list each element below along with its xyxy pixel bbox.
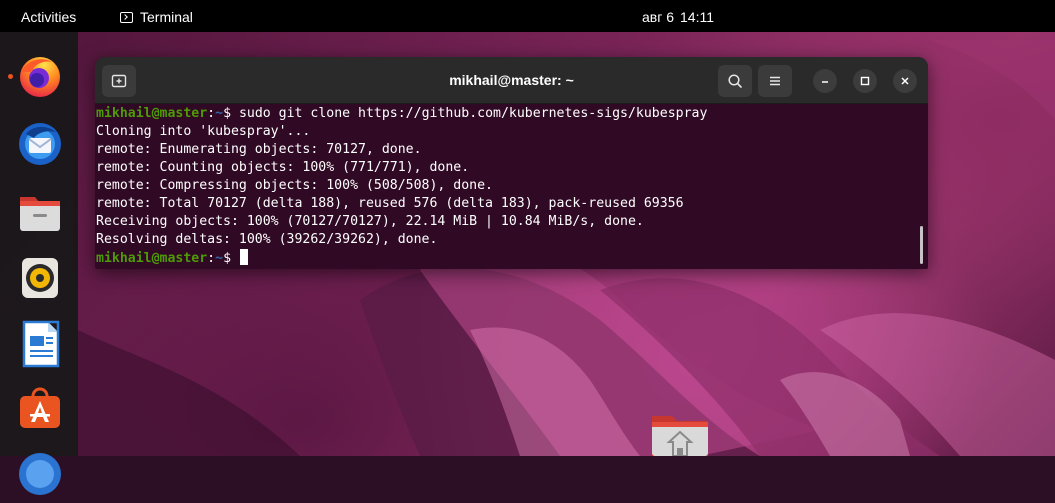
running-indicator xyxy=(8,74,13,79)
new-tab-icon xyxy=(111,74,127,88)
firefox-icon xyxy=(20,57,60,97)
dock-item-rhythmbox[interactable] xyxy=(16,254,64,302)
home-folder-icon xyxy=(652,416,708,457)
output-line: Resolving deltas: 100% (39262/39262), do… xyxy=(96,232,438,247)
rhythmbox-icon xyxy=(22,258,58,298)
prompt-path: ~ xyxy=(215,251,224,266)
dock-item-ubuntu-software[interactable] xyxy=(16,384,64,432)
app-menu-terminal[interactable]: Terminal xyxy=(120,9,193,25)
terminal-scrollbar[interactable] xyxy=(920,226,923,264)
dock-item-files[interactable] xyxy=(16,188,64,236)
output-line: Cloning into 'kubespray'... xyxy=(96,124,311,139)
output-line: remote: Counting objects: 100% (771/771)… xyxy=(96,160,470,175)
window-title: mikhail@master: ~ xyxy=(449,72,574,88)
thunderbird-icon xyxy=(19,123,61,165)
terminal-headerbar[interactable]: mikhail@master: ~ xyxy=(95,57,928,104)
hamburger-menu-icon xyxy=(770,76,780,86)
output-line: Receiving objects: 100% (70127/70127), 2… xyxy=(96,214,644,229)
dock-item-libreoffice-writer[interactable] xyxy=(16,320,64,368)
close-button[interactable] xyxy=(893,69,917,93)
terminal-output[interactable]: mikhail@master:~$ sudo git clone https:/… xyxy=(95,104,928,269)
output-line: remote: Compressing objects: 100% (508/5… xyxy=(96,178,493,193)
clock-time: 14:11 xyxy=(680,9,715,25)
command-text: sudo git clone https://github.com/kubern… xyxy=(238,106,708,121)
terminal-icon xyxy=(120,11,133,23)
text-cursor xyxy=(239,249,248,265)
files-icon xyxy=(20,197,60,231)
dock xyxy=(0,32,78,495)
prompt-user: mikhail@master xyxy=(96,251,208,266)
clock-date: авг 6 xyxy=(642,9,675,25)
dock-item-firefox[interactable] xyxy=(16,52,64,100)
libreoffice-writer-icon xyxy=(22,320,60,368)
dock-item-thunderbird[interactable] xyxy=(16,120,64,168)
menu-button[interactable] xyxy=(758,65,792,97)
clock[interactable]: авг 6 14:11 xyxy=(642,9,714,25)
minimize-button[interactable] xyxy=(813,69,837,93)
search-button[interactable] xyxy=(718,65,752,97)
output-line: remote: Enumerating objects: 70127, done… xyxy=(96,142,422,157)
search-icon xyxy=(728,74,742,88)
minimize-icon xyxy=(822,81,828,83)
output-line: remote: Total 70127 (delta 188), reused … xyxy=(96,196,684,211)
close-icon xyxy=(901,77,909,85)
ubuntu-software-icon xyxy=(20,387,60,428)
prompt-line: mikhail@master:~$ xyxy=(96,249,928,267)
activities-button[interactable]: Activities xyxy=(21,9,76,25)
top-bar: Activities Terminal авг 6 14:11 xyxy=(0,0,1055,32)
desktop-home-folder[interactable] xyxy=(651,412,709,457)
terminal-window[interactable]: mikhail@master: ~ mikhail@master:~$ sudo… xyxy=(95,57,928,269)
prompt-user: mikhail@master xyxy=(96,106,208,121)
command-line: mikhail@master:~$ sudo git clone https:/… xyxy=(96,106,708,121)
app-menu-label: Terminal xyxy=(140,9,193,25)
prompt-path: ~ xyxy=(215,106,224,121)
help-icon xyxy=(19,453,61,495)
new-tab-button[interactable] xyxy=(102,65,136,97)
maximize-icon xyxy=(860,76,870,86)
maximize-button[interactable] xyxy=(853,69,877,93)
dock-item-help[interactable] xyxy=(16,450,64,498)
